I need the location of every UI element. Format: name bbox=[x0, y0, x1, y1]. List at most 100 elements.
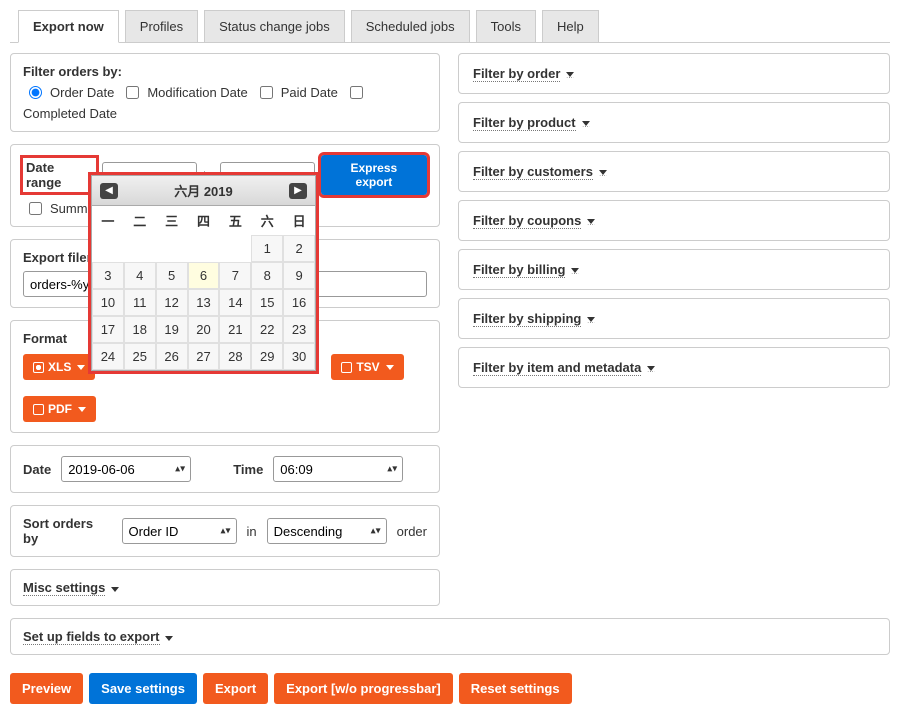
datepicker-day[interactable]: 11 bbox=[124, 289, 156, 316]
chevron-down-icon bbox=[77, 365, 85, 370]
datepicker-day[interactable]: 8 bbox=[251, 262, 283, 289]
datepicker-day[interactable]: 6 bbox=[188, 262, 220, 289]
filter-accordion-0[interactable]: Filter by order bbox=[458, 53, 890, 94]
datepicker-day[interactable]: 4 bbox=[124, 262, 156, 289]
tab-status-change[interactable]: Status change jobs bbox=[204, 10, 345, 42]
datepicker-dow: 二 bbox=[124, 206, 156, 235]
tab-help[interactable]: Help bbox=[542, 10, 599, 42]
setup-fields-panel[interactable]: Set up fields to export bbox=[10, 618, 890, 655]
datepicker-day[interactable]: 5 bbox=[156, 262, 188, 289]
datepicker-day[interactable]: 25 bbox=[124, 343, 156, 370]
datepicker-day[interactable]: 27 bbox=[188, 343, 220, 370]
filter-heading: Filter orders by: bbox=[23, 64, 427, 79]
sort-panel: Sort orders by Order ID▴▾ in Descending▴… bbox=[10, 505, 440, 557]
sort-dir-select[interactable]: Descending bbox=[267, 518, 387, 544]
datepicker-day[interactable]: 9 bbox=[283, 262, 315, 289]
datepicker-day[interactable]: 21 bbox=[219, 316, 251, 343]
sort-order: order bbox=[397, 524, 427, 539]
chevron-down-icon bbox=[386, 365, 394, 370]
datepicker-day[interactable]: 3 bbox=[92, 262, 124, 289]
datepicker-dow: 四 bbox=[188, 206, 220, 235]
radio-checked-icon bbox=[33, 362, 44, 373]
filter-accordion-5[interactable]: Filter by shipping bbox=[458, 298, 890, 339]
tabs: Export now Profiles Status change jobs S… bbox=[10, 10, 890, 43]
filter-accordion-3[interactable]: Filter by coupons bbox=[458, 200, 890, 241]
datepicker-dow: 日 bbox=[283, 206, 315, 235]
datepicker-day[interactable]: 10 bbox=[92, 289, 124, 316]
datepicker-day[interactable]: 26 bbox=[156, 343, 188, 370]
express-export-button[interactable]: Express export bbox=[321, 155, 427, 195]
tab-export-now[interactable]: Export now bbox=[18, 10, 119, 43]
preview-button[interactable]: Preview bbox=[10, 673, 83, 704]
datepicker-day[interactable]: 29 bbox=[251, 343, 283, 370]
datetime-panel: Date 2019-06-06▴▾ Time 06:09▴▾ bbox=[10, 445, 440, 493]
sort-label: Sort orders by bbox=[23, 516, 112, 546]
filter-accordion-4[interactable]: Filter by billing bbox=[458, 249, 890, 290]
datepicker-dow: 五 bbox=[219, 206, 251, 235]
format-chip-xls[interactable]: XLS bbox=[23, 354, 95, 380]
export-button[interactable]: Export bbox=[203, 673, 268, 704]
chevron-down-icon bbox=[599, 170, 607, 176]
datepicker-dow: 三 bbox=[156, 206, 188, 235]
chevron-down-icon bbox=[78, 407, 86, 412]
tab-scheduled[interactable]: Scheduled jobs bbox=[351, 10, 470, 42]
misc-settings-label: Misc settings bbox=[23, 580, 105, 596]
chevron-down-icon bbox=[571, 268, 579, 274]
radio-order-date[interactable] bbox=[29, 86, 42, 99]
sort-in: in bbox=[247, 524, 257, 539]
chk-paid-date[interactable] bbox=[260, 86, 273, 99]
reset-settings-button[interactable]: Reset settings bbox=[459, 673, 572, 704]
datepicker-day[interactable]: 16 bbox=[283, 289, 315, 316]
chevron-down-icon bbox=[566, 72, 574, 78]
datepicker-title: 六月 2019 bbox=[174, 181, 233, 200]
datepicker-dow: 六 bbox=[251, 206, 283, 235]
datepicker-day[interactable]: 14 bbox=[219, 289, 251, 316]
summary-checkbox[interactable] bbox=[29, 202, 42, 215]
filter-accordion-2[interactable]: Filter by customers bbox=[458, 151, 890, 192]
datepicker-day[interactable]: 20 bbox=[188, 316, 220, 343]
datepicker-day[interactable]: 19 bbox=[156, 316, 188, 343]
chevron-down-icon bbox=[111, 587, 119, 592]
setup-fields-label: Set up fields to export bbox=[23, 629, 160, 645]
datepicker-day[interactable]: 2 bbox=[283, 235, 315, 262]
datepicker-day[interactable]: 1 bbox=[251, 235, 283, 262]
save-settings-button[interactable]: Save settings bbox=[89, 673, 197, 704]
datepicker-day[interactable]: 18 bbox=[124, 316, 156, 343]
chevron-down-icon bbox=[587, 317, 595, 323]
chk-mod-date[interactable] bbox=[126, 86, 139, 99]
checkbox-icon bbox=[33, 404, 44, 415]
format-chip-pdf[interactable]: PDF bbox=[23, 396, 96, 422]
tab-tools[interactable]: Tools bbox=[476, 10, 536, 42]
chevron-down-icon bbox=[647, 366, 655, 372]
datepicker-day[interactable]: 22 bbox=[251, 316, 283, 343]
chevron-down-icon bbox=[582, 121, 590, 127]
datepicker: ◀ 六月 2019 ▶ 一二三四五六日123456789101112131415… bbox=[91, 175, 316, 371]
date-label: Date bbox=[23, 462, 51, 477]
datepicker-day[interactable]: 24 bbox=[92, 343, 124, 370]
datepicker-dow: 一 bbox=[92, 206, 124, 235]
datepicker-day[interactable]: 23 bbox=[283, 316, 315, 343]
format-chip-tsv[interactable]: TSV bbox=[331, 354, 403, 380]
filter-accordion-1[interactable]: Filter by product bbox=[458, 102, 890, 143]
chevron-down-icon bbox=[587, 219, 595, 225]
tab-profiles[interactable]: Profiles bbox=[125, 10, 198, 42]
datepicker-day[interactable]: 15 bbox=[251, 289, 283, 316]
misc-settings-panel[interactable]: Misc settings bbox=[10, 569, 440, 606]
date-select[interactable]: 2019-06-06 bbox=[61, 456, 191, 482]
datepicker-day[interactable]: 17 bbox=[92, 316, 124, 343]
datepicker-day[interactable]: 30 bbox=[283, 343, 315, 370]
datepicker-next[interactable]: ▶ bbox=[289, 183, 307, 199]
datepicker-day[interactable]: 13 bbox=[188, 289, 220, 316]
sort-field-select[interactable]: Order ID bbox=[122, 518, 237, 544]
datepicker-day[interactable]: 7 bbox=[219, 262, 251, 289]
filter-accordion-6[interactable]: Filter by item and metadata bbox=[458, 347, 890, 388]
datepicker-day[interactable]: 12 bbox=[156, 289, 188, 316]
export-noprogress-button[interactable]: Export [w/o progressbar] bbox=[274, 673, 453, 704]
date-range-label: Date range bbox=[23, 158, 96, 192]
checkbox-icon bbox=[341, 362, 352, 373]
chk-completed-date[interactable] bbox=[350, 86, 363, 99]
time-select[interactable]: 06:09 bbox=[273, 456, 403, 482]
datepicker-day[interactable]: 28 bbox=[219, 343, 251, 370]
datepicker-prev[interactable]: ◀ bbox=[100, 183, 118, 199]
date-range-panel: Date range to Express export Summary ◀ 六… bbox=[10, 144, 440, 227]
